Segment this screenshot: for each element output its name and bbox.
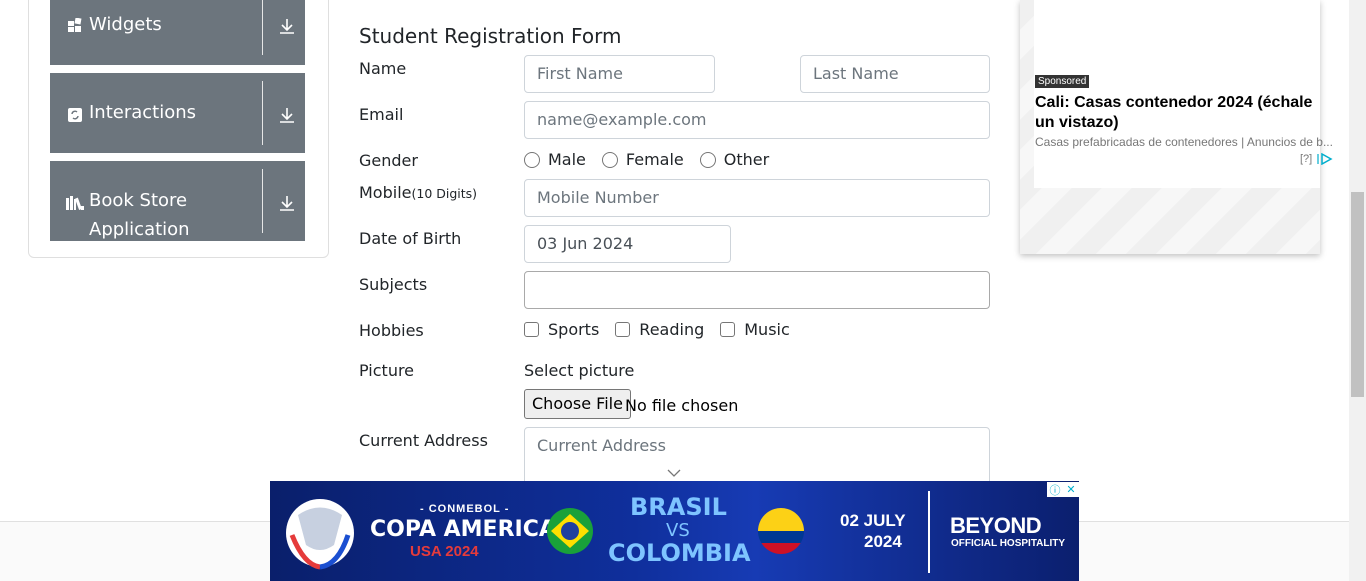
sponsored-badge: Sponsored	[1035, 75, 1090, 88]
copa-america-text: COPA AMERICA	[370, 517, 556, 542]
checkbox-label: Sports	[548, 320, 600, 339]
subjects-input[interactable]	[524, 271, 990, 309]
sidebar-group-widgets[interactable]: Widgets	[50, 0, 305, 65]
dob-label: Date of Birth	[359, 229, 462, 248]
first-name-input[interactable]: First Name	[524, 55, 715, 93]
gender-radio-group: Male Female Other	[524, 150, 785, 169]
choose-file-button[interactable]: Choose File	[524, 389, 631, 419]
sidebar-group-label: Book Store	[89, 190, 188, 211]
hobby-music-option[interactable]: Music	[720, 320, 790, 339]
banner-ad[interactable]: - CONMEBOL - COPA AMERICA USA 2024 BRASI…	[270, 481, 1079, 581]
ad-subtext[interactable]: Casas prefabricadas de contenedores | An…	[1035, 135, 1333, 149]
gender-male-option[interactable]: Male	[524, 150, 586, 169]
books-icon	[66, 196, 84, 210]
checkbox-sports[interactable]	[524, 322, 539, 337]
last-name-input[interactable]: Last Name	[800, 55, 990, 93]
email-input[interactable]: name@example.com	[524, 101, 990, 139]
radio-label: Other	[723, 150, 770, 169]
email-label: Email	[359, 105, 404, 124]
checkbox-label: Music	[744, 320, 790, 339]
usa-2024-text: USA 2024	[410, 543, 479, 560]
divider	[262, 0, 263, 55]
checkbox-label: Reading	[639, 320, 705, 339]
radio-male[interactable]	[524, 151, 540, 168]
current-address-label: Current Address	[359, 431, 488, 450]
radio-label: Male	[548, 150, 586, 169]
interactions-icon	[68, 108, 82, 122]
divider	[262, 169, 263, 233]
beyond-logo: BEYOND	[950, 513, 1042, 538]
hobby-reading-option[interactable]: Reading	[615, 320, 704, 339]
match-date-line2: 2024	[864, 532, 902, 551]
sidebar-group-book-store[interactable]: Book Store Application	[50, 161, 305, 241]
select-picture-label: Select picture	[524, 361, 635, 380]
form-title: Student Registration Form	[359, 24, 622, 48]
download-arrow-icon[interactable]	[278, 17, 296, 35]
ad-headline[interactable]: Cali: Casas contenedor 2024 (échale un v…	[1035, 93, 1325, 133]
divider	[262, 81, 263, 145]
dob-input[interactable]: 03 Jun 2024	[524, 225, 731, 263]
chevron-down-icon	[667, 469, 681, 477]
download-arrow-icon[interactable]	[278, 194, 296, 212]
sidebar-group-label: Interactions	[89, 102, 197, 123]
mobile-input[interactable]: Mobile Number	[524, 179, 990, 217]
mobile-label: Mobile(10 Digits)	[359, 183, 477, 202]
name-label: Name	[359, 59, 407, 78]
widgets-icon	[68, 18, 82, 32]
copa-america-logo-icon	[286, 499, 354, 570]
picture-label: Picture	[359, 361, 415, 380]
radio-female[interactable]	[601, 151, 618, 168]
sidebar-group-label: Widgets	[89, 14, 162, 35]
gender-female-option[interactable]: Female	[601, 150, 684, 169]
hobbies-checkbox-group: Sports Reading Music	[524, 320, 806, 339]
team2-name: COLOMBIA	[608, 539, 751, 567]
radio-label: Female	[625, 150, 684, 169]
download-arrow-icon[interactable]	[278, 106, 296, 124]
sidebar-group-label-line2: Application	[89, 219, 190, 240]
ad-info-icon[interactable]: ⓘ	[1047, 482, 1063, 497]
hobby-sports-option[interactable]: Sports	[524, 320, 599, 339]
banner-divider	[928, 491, 930, 573]
mobile-label-text: Mobile	[359, 183, 412, 202]
subjects-label: Subjects	[359, 275, 428, 294]
radio-other[interactable]	[699, 151, 716, 168]
ad-controls: ⓘ ✕	[1047, 482, 1079, 497]
checkbox-music[interactable]	[720, 322, 736, 337]
ad-close-icon[interactable]: ✕	[1063, 482, 1079, 497]
vs-text: VS	[666, 520, 690, 541]
sidebar-group-interactions[interactable]: Interactions	[50, 73, 305, 153]
conmebol-text: - CONMEBOL -	[420, 503, 510, 515]
scrollbar-thumb[interactable]	[1351, 192, 1364, 397]
adchoices-icon[interactable]	[1317, 153, 1333, 165]
hobbies-label: Hobbies	[359, 321, 424, 340]
gender-label: Gender	[359, 151, 418, 170]
checkbox-reading[interactable]	[615, 322, 631, 337]
brazil-flag-icon	[547, 508, 593, 554]
ad-help-link[interactable]: [?]	[1300, 153, 1312, 165]
official-hospitality-text: OFFICIAL HOSPITALITY	[951, 538, 1066, 549]
gender-other-option[interactable]: Other	[699, 150, 770, 169]
mobile-hint: (10 Digits)	[411, 186, 478, 201]
team1-name: BRASIL	[630, 493, 727, 521]
match-date-line1: 02 JULY	[840, 511, 906, 530]
file-status-text: No file chosen	[625, 396, 739, 415]
colombia-flag-icon	[758, 508, 804, 554]
